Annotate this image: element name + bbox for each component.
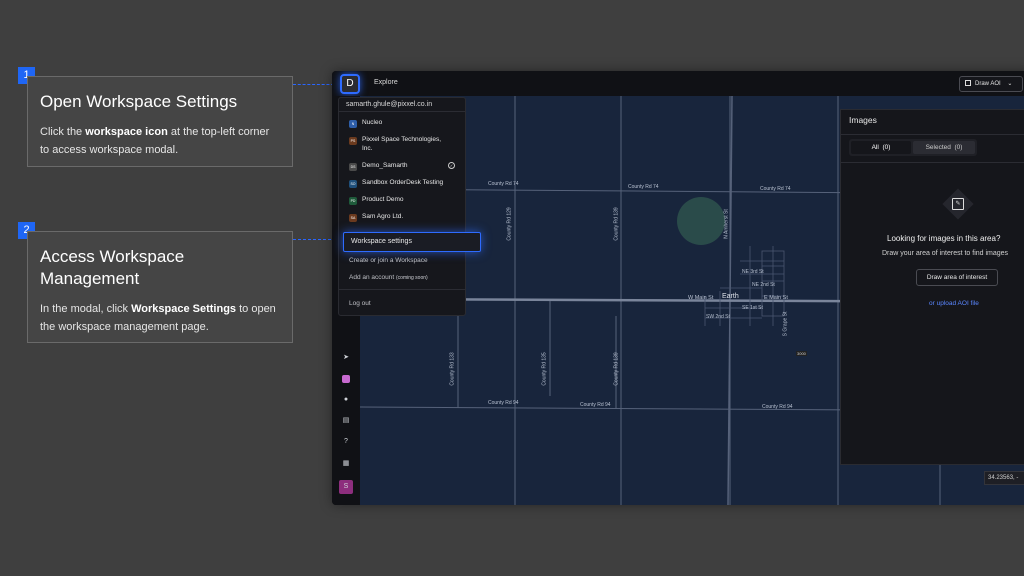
create-join-workspace-link[interactable]: Create or join a Workspace	[349, 257, 428, 264]
workspace-badge: SA	[349, 214, 357, 222]
map-label-e-main: E Main St	[764, 295, 788, 301]
workspace-item-demo-samarth[interactable]: DS Demo_Samarth ✓	[349, 162, 461, 171]
map-label-earth: Earth	[722, 293, 739, 300]
tab-all[interactable]: All (0)	[851, 141, 911, 154]
workspace-badge: DS	[349, 163, 357, 171]
logout-link[interactable]: Log out	[349, 300, 371, 307]
callout-2: Access Workspace Management In the modal…	[27, 231, 293, 343]
callout-2-description: In the modal, click Workspace Settings t…	[40, 303, 276, 333]
workspace-name: Demo_Samarth	[362, 162, 408, 169]
map-label-ne-3rd: NE 3rd St	[742, 269, 764, 275]
upload-aoi-link[interactable]: or upload AOI file	[929, 300, 979, 307]
chat-icon[interactable]: ▤	[342, 417, 350, 425]
workspace-badge: SO	[349, 180, 357, 188]
coordinate-readout: 34.23563, -	[984, 471, 1024, 485]
workspace-item-product-demo[interactable]: PD Product Demo	[349, 196, 404, 205]
aoi-icon: ✎	[952, 198, 964, 210]
tab-all-count: (0)	[882, 144, 891, 151]
workspace-name-line2: Inc.	[362, 145, 373, 152]
tab-selected-label: Selected	[925, 144, 951, 151]
map-label-county-rd-94: County Rd 94	[488, 400, 519, 406]
empty-state-subtext: Draw your area of interest to find image…	[882, 250, 1009, 257]
image-tabs: All (0) Selected (0)	[849, 139, 977, 156]
app-window: Earth County Rd 74 County Rd 74 County R…	[332, 71, 1024, 505]
map-label-county-rd-139: County Rd 139	[613, 207, 620, 241]
draw-aoi-button[interactable]: Draw AOI ⌄	[959, 76, 1023, 92]
map-label-county-rd-74: County Rd 74	[628, 184, 659, 190]
map-label-county-rd-135: County Rd 135	[541, 352, 548, 386]
add-account-label: Add an account	[349, 274, 395, 281]
callout-1: Open Workspace Settings Click the worksp…	[27, 76, 293, 167]
tab-all-label: All	[871, 144, 879, 151]
divider	[339, 111, 465, 112]
map-label-ne-2nd: NE 2nd St	[752, 282, 775, 288]
coming-soon-badge: (coming soon)	[396, 275, 428, 281]
callout-1-description: Click the workspace icon at the top-left…	[40, 126, 270, 156]
workspace-settings-button[interactable]: Workspace settings	[343, 232, 481, 252]
workspace-badge: PD	[349, 197, 357, 205]
map-label-county-rd-74: County Rd 74	[488, 181, 519, 187]
map-label-w-main: W Main St	[688, 295, 714, 301]
draw-area-button[interactable]: Draw area of interest	[916, 269, 998, 286]
map-label-se-1st: SE 1st St	[742, 305, 763, 311]
workspace-name: Sandbox OrderDesk Testing	[362, 179, 444, 186]
callout-1-title: Open Workspace Settings	[40, 92, 238, 111]
divider	[841, 134, 1024, 135]
docs-icon[interactable]: ▦	[342, 460, 350, 468]
tab-selected[interactable]: Selected (0)	[913, 141, 975, 154]
help-icon[interactable]: ?	[342, 438, 350, 446]
tab-selected-count: (0)	[954, 144, 963, 151]
map-label-sw-2nd: SW 2nd St	[706, 314, 730, 320]
workspace-item-sam-agro[interactable]: SA Sam Agro Ltd.	[349, 213, 403, 222]
map-shield: 3000	[796, 351, 807, 356]
chevron-down-icon: ⌄	[1007, 81, 1013, 87]
explore-tab[interactable]: Explore	[374, 79, 398, 86]
account-email: samarth.ghule@pixxel.co.in	[346, 101, 433, 108]
workspace-badge: N	[349, 120, 357, 128]
draw-aoi-label: Draw AOI	[975, 81, 1001, 87]
divider	[841, 162, 1024, 163]
workspace-item-sandbox[interactable]: SO Sandbox OrderDesk Testing	[349, 179, 443, 188]
workspace-item-nucleo[interactable]: N Nucleo	[349, 119, 382, 128]
add-account-link[interactable]: Add an account (coming soon)	[349, 274, 428, 281]
panel-title: Images	[849, 115, 877, 125]
workspace-name: Sam Agro Ltd.	[362, 213, 404, 220]
empty-state-heading: Looking for images in this area?	[887, 234, 1001, 243]
workspace-name: Pixxel Space Technologies,	[362, 136, 442, 143]
workspace-icon-button[interactable]: D	[340, 74, 360, 94]
draw-aoi-icon	[965, 80, 971, 86]
bell-icon[interactable]: ●	[342, 396, 350, 404]
workspace-name: Nucleo	[362, 119, 383, 126]
map-label-county-rd-94: County Rd 94	[762, 404, 793, 410]
workspace-badge: PS	[349, 137, 357, 145]
check-icon: ✓	[448, 162, 455, 169]
workspace-item-pixxel[interactable]: PS Pixxel Space Technologies, Inc.	[349, 136, 461, 152]
map-label-n-amherst: N Amherst St	[723, 209, 730, 239]
workspace-dropdown: samarth.ghule@pixxel.co.in N Nucleo PS Pix…	[338, 97, 481, 316]
map-label-county-rd-133: County Rd 133	[449, 352, 456, 386]
map-label-county-rd-139: County Rd 139	[613, 352, 620, 386]
map-label-county-rd-74: County Rd 74	[760, 186, 791, 192]
map-label-s-grape: S Grape St	[782, 311, 789, 337]
top-bar: D Explore Draw AOI ⌄	[332, 71, 1024, 96]
map-label-county-rd-94: County Rd 94	[580, 402, 611, 408]
workspace-name: Product Demo	[362, 196, 404, 203]
rocket-icon[interactable]: ➤	[342, 354, 350, 362]
user-avatar[interactable]: S	[339, 480, 353, 494]
map-label-county-rd-129: County Rd 129	[506, 207, 513, 241]
gallery-icon[interactable]	[342, 375, 350, 383]
callout-2-title: Access Workspace Management	[40, 247, 185, 288]
divider	[339, 289, 465, 290]
images-panel: Images All (0) Selected (0) ✎ Looking fo…	[840, 109, 1024, 465]
